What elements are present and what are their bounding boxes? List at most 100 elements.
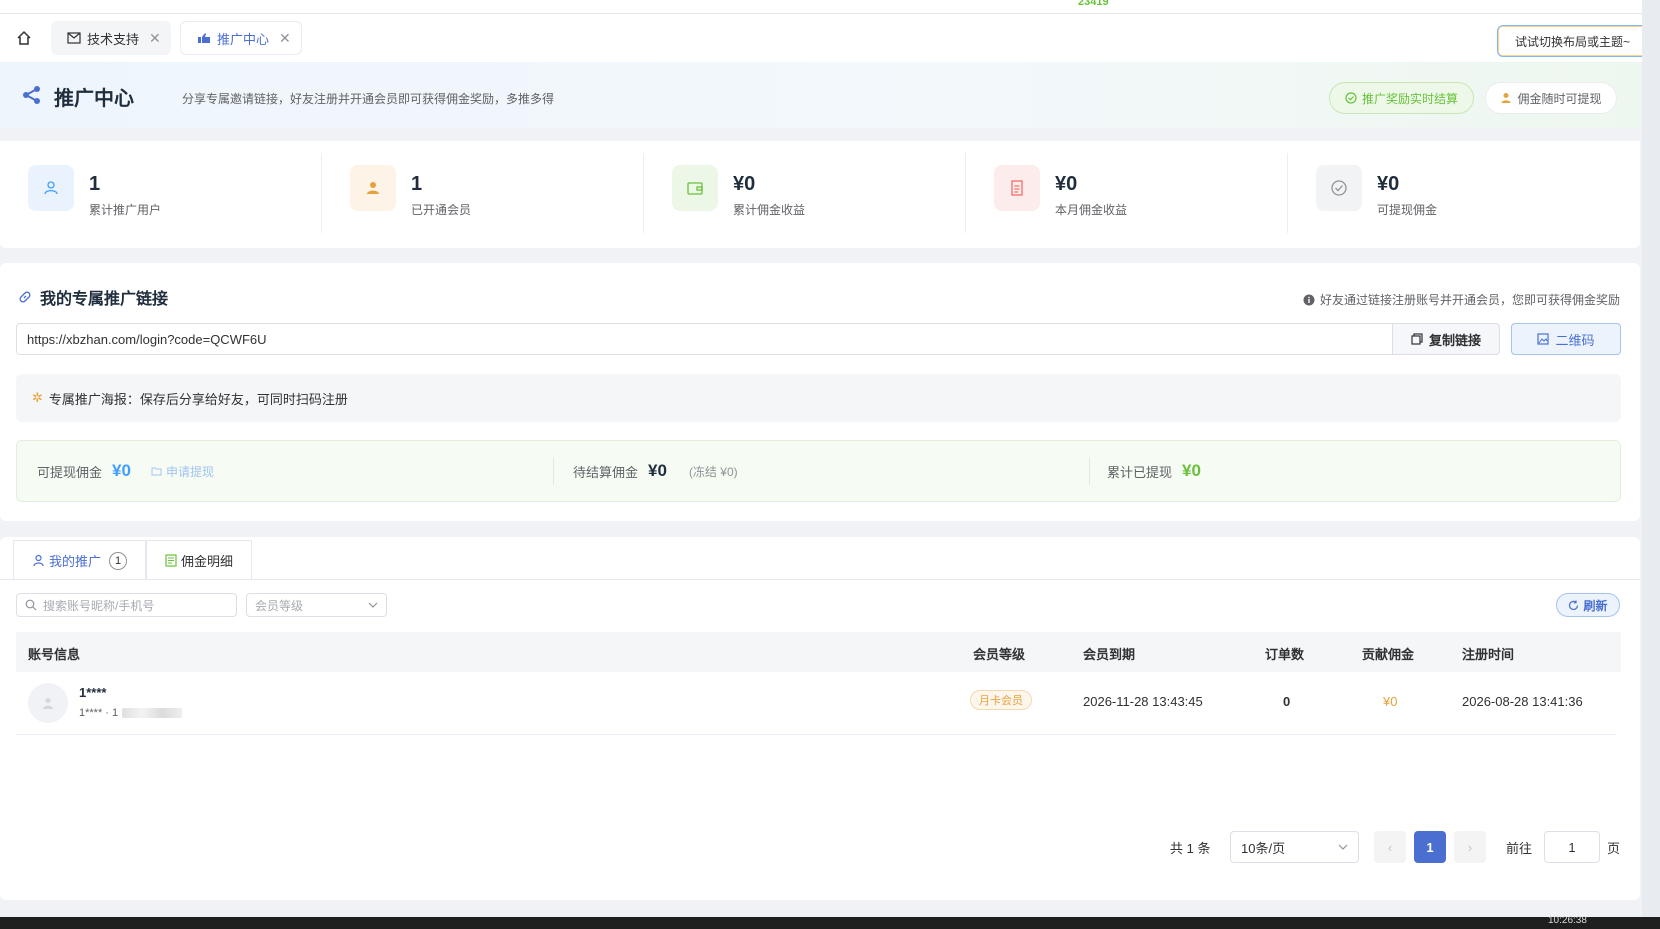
tab-promotion-center[interactable]: 推广中心 ✕ [180, 21, 302, 55]
balance-panel: 可提现佣金 ¥0 申请提现 待结算佣金 ¥0 (冻结 ¥0) 累计已提现 ¥0 [16, 440, 1621, 502]
stat-withdrawable: ¥0 可提现佣金 [1288, 149, 1610, 229]
order-count: 0 [1283, 694, 1291, 709]
withdraw-anytime-badge: 佣金随时可提现 [1485, 82, 1617, 114]
apply-withdraw-link[interactable]: 申请提现 [151, 463, 214, 480]
refresh-button[interactable]: 刷新 [1556, 593, 1620, 617]
stat-value: ¥0 [1055, 173, 1078, 195]
check-circle-icon [1316, 165, 1362, 211]
button-label: 复制链接 [1428, 332, 1481, 348]
link-icon [19, 291, 31, 303]
folder-icon [151, 467, 162, 476]
home-icon [17, 30, 31, 45]
tab-label: 推广中心 [217, 31, 270, 47]
stat-members: 1 已开通会员 [322, 149, 644, 233]
stat-value: 1 [411, 173, 423, 195]
close-icon[interactable]: ✕ [279, 30, 291, 47]
frozen-text: (冻结 ¥0) [688, 464, 738, 479]
page-size-label: 10条/页 [1241, 840, 1286, 856]
taskbar-clock: 10:26:38 [1548, 915, 1587, 926]
copy-link-button[interactable]: 复制链接 [1392, 323, 1500, 355]
tab-label: 我的推广 [49, 554, 102, 569]
contributed-commission: ¥0 [1383, 694, 1398, 709]
next-page-button[interactable]: › [1454, 831, 1486, 863]
goto-page-input[interactable]: 1 [1544, 831, 1600, 863]
column-header: 账号信息 [28, 647, 81, 662]
table-header: 账号信息 会员等级 会员到期 订单数 贡献佣金 注册时间 [16, 632, 1621, 672]
masked-phone [122, 708, 183, 718]
tab-my-referrals[interactable]: 我的推广 1 [13, 540, 147, 580]
account-name: 1**** [79, 685, 107, 700]
realtime-settle-badge: 推广奖励实时结算 [1329, 82, 1474, 114]
page-size-select[interactable]: 10条/页 [1230, 831, 1359, 863]
tab-label: 佣金明细 [181, 554, 234, 569]
goto-label: 前往 [1506, 840, 1533, 856]
button-label: 二维码 [1555, 332, 1595, 348]
stat-month-commission: ¥0 本月佣金收益 [966, 149, 1288, 233]
referral-link-card: 我的专属推广链接 好友通过链接注册账号并开通会员，您即可获得佣金奖励 https… [0, 263, 1640, 521]
member-level-select[interactable]: 会员等级 [246, 593, 387, 617]
balance-amount: ¥0 [112, 461, 131, 480]
poster-notice: ✲ 专属推广海报：保存后分享给好友，可同时扫码注册 [16, 374, 1621, 422]
account-phone: 1**** · 1 [79, 707, 119, 719]
tip-bubble[interactable]: 试试切换布局或主题~ [1497, 25, 1648, 57]
chevron-left-icon: ‹ [1387, 839, 1393, 855]
mail-icon [67, 32, 81, 44]
column-header: 贡献佣金 [1362, 647, 1415, 662]
close-icon[interactable]: ✕ [149, 30, 161, 47]
balance-amount: ¥0 [648, 461, 667, 480]
stat-value: ¥0 [1377, 173, 1400, 195]
select-placeholder: 会员等级 [255, 598, 304, 613]
tab-label: 技术支持 [87, 31, 140, 47]
referral-list-card: 我的推广 1 佣金明细 搜索账号昵称/手机号 会员等级 刷新 账号信息 会员等级… [0, 537, 1640, 900]
chevron-down-icon [368, 602, 378, 608]
user-icon [43, 698, 53, 709]
table-row[interactable]: 1**** 1**** · 1 月卡会员 2026-11-28 13:43:45… [16, 672, 1616, 735]
wallet-icon [672, 165, 718, 211]
register-time: 2026-08-28 13:41:36 [1462, 694, 1583, 709]
tab-commission-details[interactable]: 佣金明细 [146, 540, 253, 580]
referral-url-input[interactable]: https://xbzhan.com/login?code=QCWF6U [16, 323, 1393, 355]
chevron-right-icon: › [1467, 839, 1473, 855]
column-header: 订单数 [1265, 647, 1305, 662]
stats-panel: 1 累计推广用户 1 已开通会员 ¥0 累计佣金收益 ¥0 本月佣金收益 ¥0 … [0, 141, 1640, 248]
user-icon [33, 554, 44, 567]
avatar [28, 683, 68, 723]
stat-value: ¥0 [733, 173, 756, 195]
tab-tech-support[interactable]: 技术支持 ✕ [51, 21, 171, 55]
column-header: 会员等级 [973, 647, 1026, 662]
info-icon [1303, 294, 1315, 305]
share-icon [23, 86, 40, 104]
column-header: 会员到期 [1083, 647, 1136, 662]
balance-amount: ¥0 [1182, 461, 1201, 480]
document-icon [994, 165, 1040, 211]
balance-withdrawable: 可提现佣金 ¥0 申请提现 [37, 441, 214, 501]
count-badge: 1 [109, 551, 128, 570]
section-header: 我的专属推广链接 [18, 285, 168, 309]
account-sub: 1**** · 1 [79, 707, 183, 719]
prev-page-button[interactable]: ‹ [1374, 831, 1406, 863]
stat-label: 可提现佣金 [1377, 203, 1438, 217]
page-banner: 推广中心 分享专属邀请链接，好友注册并开通会员即可获得佣金奖励，多推多得 推广奖… [0, 62, 1640, 128]
list-tabs: 我的推广 1 佣金明细 [13, 540, 253, 580]
clipped-number: 23419 [1078, 0, 1109, 8]
balance-label: 累计已提现 [1107, 464, 1173, 480]
stat-total-users: 1 累计推广用户 [0, 149, 322, 233]
stat-label: 本月佣金收益 [1055, 203, 1128, 217]
total-count: 共 1 条 [1170, 840, 1211, 856]
section-hint: 好友通过链接注册账号并开通会员，您即可获得佣金奖励 [1303, 291, 1620, 308]
page-title: 推广中心 [54, 88, 134, 110]
search-icon [25, 599, 37, 611]
search-placeholder: 搜索账号昵称/手机号 [43, 598, 155, 613]
top-strip: 23419 [0, 0, 1660, 14]
page-subtitle: 分享专属邀请链接，好友注册并开通会员即可获得佣金奖励，多推多得 [182, 92, 555, 106]
thumb-icon [198, 33, 210, 43]
qrcode-button[interactable]: 二维码 [1511, 323, 1621, 355]
taskbar: 10:26:38 [0, 915, 1660, 929]
stat-total-commission: ¥0 累计佣金收益 [644, 149, 966, 233]
right-scroll-edge [1642, 0, 1660, 929]
search-input[interactable]: 搜索账号昵称/手机号 [16, 593, 237, 617]
member-icon [350, 165, 396, 211]
home-button[interactable] [8, 22, 40, 54]
page-number-button[interactable]: 1 [1414, 831, 1446, 863]
stat-label: 累计佣金收益 [733, 203, 806, 217]
